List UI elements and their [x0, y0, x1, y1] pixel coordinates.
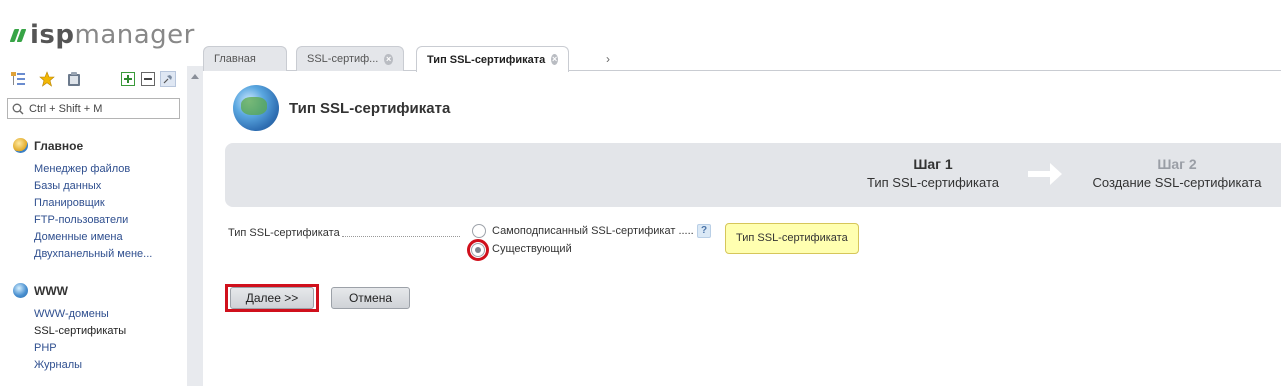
collapse-all-icon[interactable] [140, 71, 156, 87]
option-self-signed-label[interactable]: Самоподписанный SSL-сертификат ..... [492, 225, 694, 237]
wizard-step-2: Шаг 2 Создание SSL-сертификата [1092, 156, 1262, 190]
www-globe-icon [13, 283, 28, 298]
sidebar-item-file-manager[interactable]: Менеджер файлов [34, 161, 152, 178]
logo-icon [9, 28, 27, 42]
wizard-steps: Шаг 1 Тип SSL-сертификата Шаг 2 Создание… [225, 143, 1281, 207]
sidebar-item-ftp-users[interactable]: FTP-пользователи [34, 212, 152, 229]
radio-existing[interactable] [471, 243, 485, 257]
sidebar-item-ssl-certificates[interactable]: SSL-сертификаты [34, 323, 126, 340]
hint-tooltip: Тип SSL-сертификата [725, 223, 859, 254]
home-globe-icon [13, 138, 28, 153]
logo-text: ispmanager [30, 20, 195, 50]
tab-ssl-certificates[interactable]: SSL-сертиф... × [296, 46, 404, 71]
sidebar-item-php[interactable]: PHP [34, 340, 126, 357]
sidebar-item-www-domains[interactable]: WWW-домены [34, 306, 126, 323]
menu-search-input[interactable] [29, 102, 169, 115]
app-logo: ispmanager [9, 20, 195, 50]
favorites-star-icon[interactable] [39, 71, 55, 87]
sidebar-item-dual-panel-manager[interactable]: Двухпанельный мене... [34, 246, 152, 263]
tab-home[interactable]: Главная [203, 46, 287, 71]
close-tab-icon[interactable]: × [551, 54, 558, 65]
sidebar-item-domain-names[interactable]: Доменные имена [34, 229, 152, 246]
chevron-right-icon: › [606, 52, 610, 66]
wizard-step-1: Шаг 1 Тип SSL-сертификата [867, 156, 999, 190]
option-existing-label[interactable]: Существующий [492, 243, 572, 255]
menu-search[interactable] [7, 98, 180, 119]
sidebar: Главное Менеджер файлов Базы данных План… [0, 66, 187, 386]
pin-icon[interactable] [160, 71, 176, 87]
section-www-menu: WWW-домены SSL-сертификаты PHP Журналы [34, 306, 126, 374]
next-button[interactable]: Далее >> [230, 287, 314, 309]
tab-bar: Главная SSL-сертиф... × › Тип SSL-сертифи… [203, 46, 1281, 72]
ssl-globe-icon [233, 85, 279, 131]
tree-view-icon[interactable] [10, 71, 26, 87]
clipboard-icon[interactable] [66, 71, 82, 87]
tab-ssl-type[interactable]: Тип SSL-сертификата × [416, 46, 569, 72]
search-icon [12, 103, 24, 114]
help-icon[interactable]: ? [697, 224, 711, 238]
cancel-button[interactable]: Отмена [331, 287, 410, 309]
section-main-menu: Менеджер файлов Базы данных Планировщик … [34, 161, 152, 263]
scroll-up-icon[interactable] [191, 74, 199, 79]
sidebar-item-logs[interactable]: Журналы [34, 357, 126, 374]
sidebar-toolbar [10, 71, 180, 89]
sidebar-item-scheduler[interactable]: Планировщик [34, 195, 152, 212]
page-title: Тип SSL-сертификата [289, 100, 451, 117]
expand-all-icon[interactable] [120, 71, 136, 87]
arrow-right-icon [1028, 163, 1062, 185]
sidebar-scrollbar[interactable] [187, 66, 203, 386]
close-tab-icon[interactable]: × [384, 53, 393, 65]
radio-self-signed[interactable] [472, 224, 486, 238]
label-leader-dots [342, 236, 460, 237]
sidebar-item-databases[interactable]: Базы данных [34, 178, 152, 195]
section-main-title[interactable]: Главное [13, 138, 83, 153]
section-www-title[interactable]: WWW [13, 283, 68, 298]
ssl-type-label: Тип SSL-сертификата [228, 227, 340, 239]
